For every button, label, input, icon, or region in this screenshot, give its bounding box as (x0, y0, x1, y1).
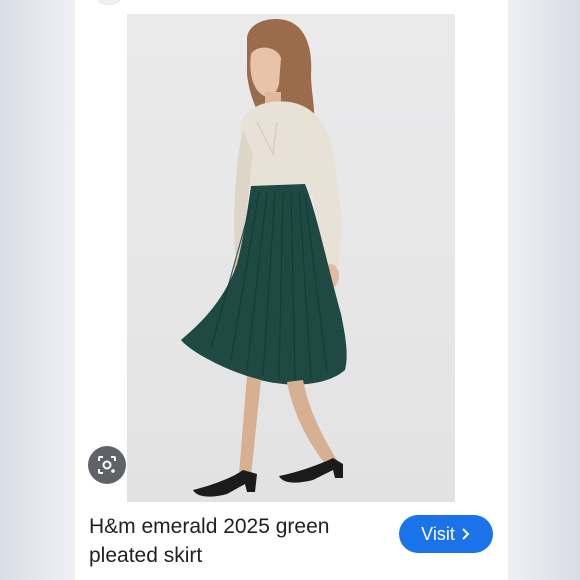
model-illustration (181, 18, 347, 497)
product-image[interactable] (127, 14, 455, 502)
google-lens-button[interactable] (88, 446, 126, 484)
background-blur-left (0, 0, 75, 580)
previous-item-edge (93, 0, 125, 5)
truncated-description (89, 572, 419, 580)
visit-label: Visit (421, 523, 455, 544)
visit-button[interactable]: Visit (399, 515, 493, 553)
result-card[interactable]: H&m emerald 2025 green pleated skirt Vis… (75, 0, 508, 580)
chevron-right-icon (462, 528, 470, 540)
product-title[interactable]: H&m emerald 2025 green pleated skirt (89, 512, 389, 570)
google-lens-icon (98, 456, 116, 474)
background-blur-right (508, 0, 580, 580)
